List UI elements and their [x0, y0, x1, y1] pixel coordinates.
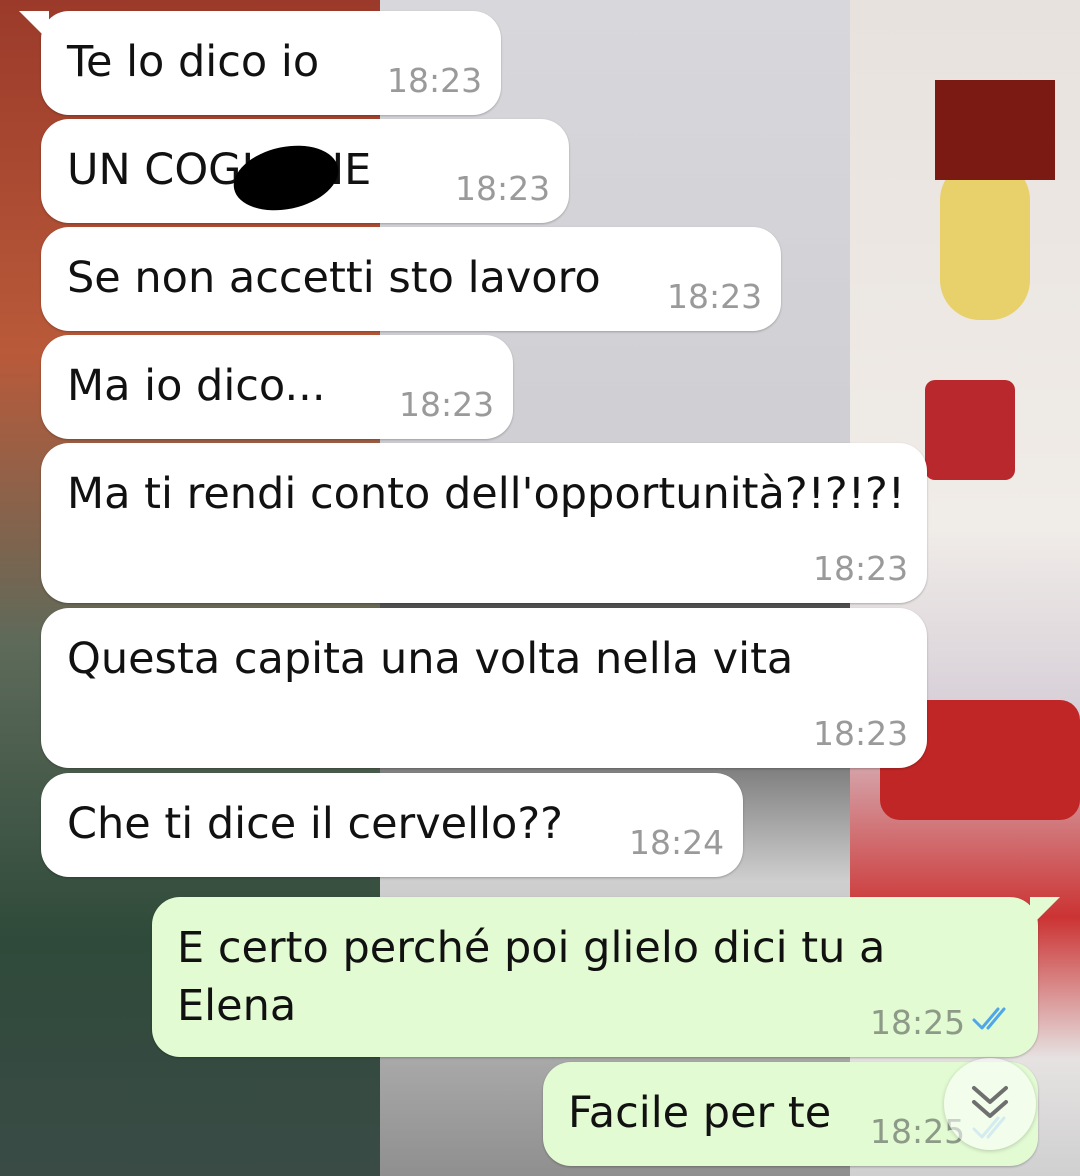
message-text: E certo perché poi glielo dici tu a Elen… [177, 923, 886, 1031]
message-time: 18:23 [813, 714, 909, 753]
message-time: 18:23 [667, 277, 763, 316]
incoming-message[interactable]: Ma ti rendi conto dell'opportunità?!?!?!… [41, 443, 927, 603]
message-list[interactable]: Te lo dico io 18:23 UN COGLIONE 18:23 Se… [0, 0, 1080, 1176]
double-check-icon [972, 1007, 1006, 1030]
scroll-to-bottom-button[interactable] [944, 1058, 1036, 1150]
incoming-message[interactable]: Questa capita una volta nella vita 18:23 [41, 608, 927, 768]
double-chevron-down-icon [972, 1086, 1008, 1118]
message-time: 18:23 [455, 169, 551, 208]
incoming-message[interactable]: UN COGLIONE 18:23 [41, 119, 569, 223]
incoming-message[interactable]: Che ti dice il cervello?? 18:24 [41, 773, 743, 877]
incoming-message[interactable]: Ma io dico... 18:23 [41, 335, 513, 439]
message-time: 18:23 [399, 385, 495, 424]
incoming-message[interactable]: Se non accetti sto lavoro 18:23 [41, 227, 781, 331]
message-text: Questa capita una volta nella vita [67, 634, 794, 684]
message-text: Se non accetti sto lavoro [67, 253, 601, 303]
outgoing-message[interactable]: E certo perché poi glielo dici tu a Elen… [152, 897, 1060, 1057]
message-time: 18:23 [387, 61, 483, 100]
message-time: 18:24 [629, 823, 725, 862]
bubble-tail [19, 11, 49, 41]
message-text: Ma ti rendi conto dell'opportunità?!?!?! [67, 469, 906, 519]
bubble-tail [1030, 897, 1060, 927]
message-text: Ma io dico... [67, 361, 326, 411]
message-text: Che ti dice il cervello?? [67, 799, 563, 849]
message-text: Te lo dico io [67, 37, 320, 87]
message-time: 18:25 [870, 1003, 966, 1042]
message-text: Facile per te [568, 1088, 832, 1138]
message-time: 18:23 [813, 549, 909, 588]
incoming-message[interactable]: Te lo dico io 18:23 [19, 11, 501, 115]
